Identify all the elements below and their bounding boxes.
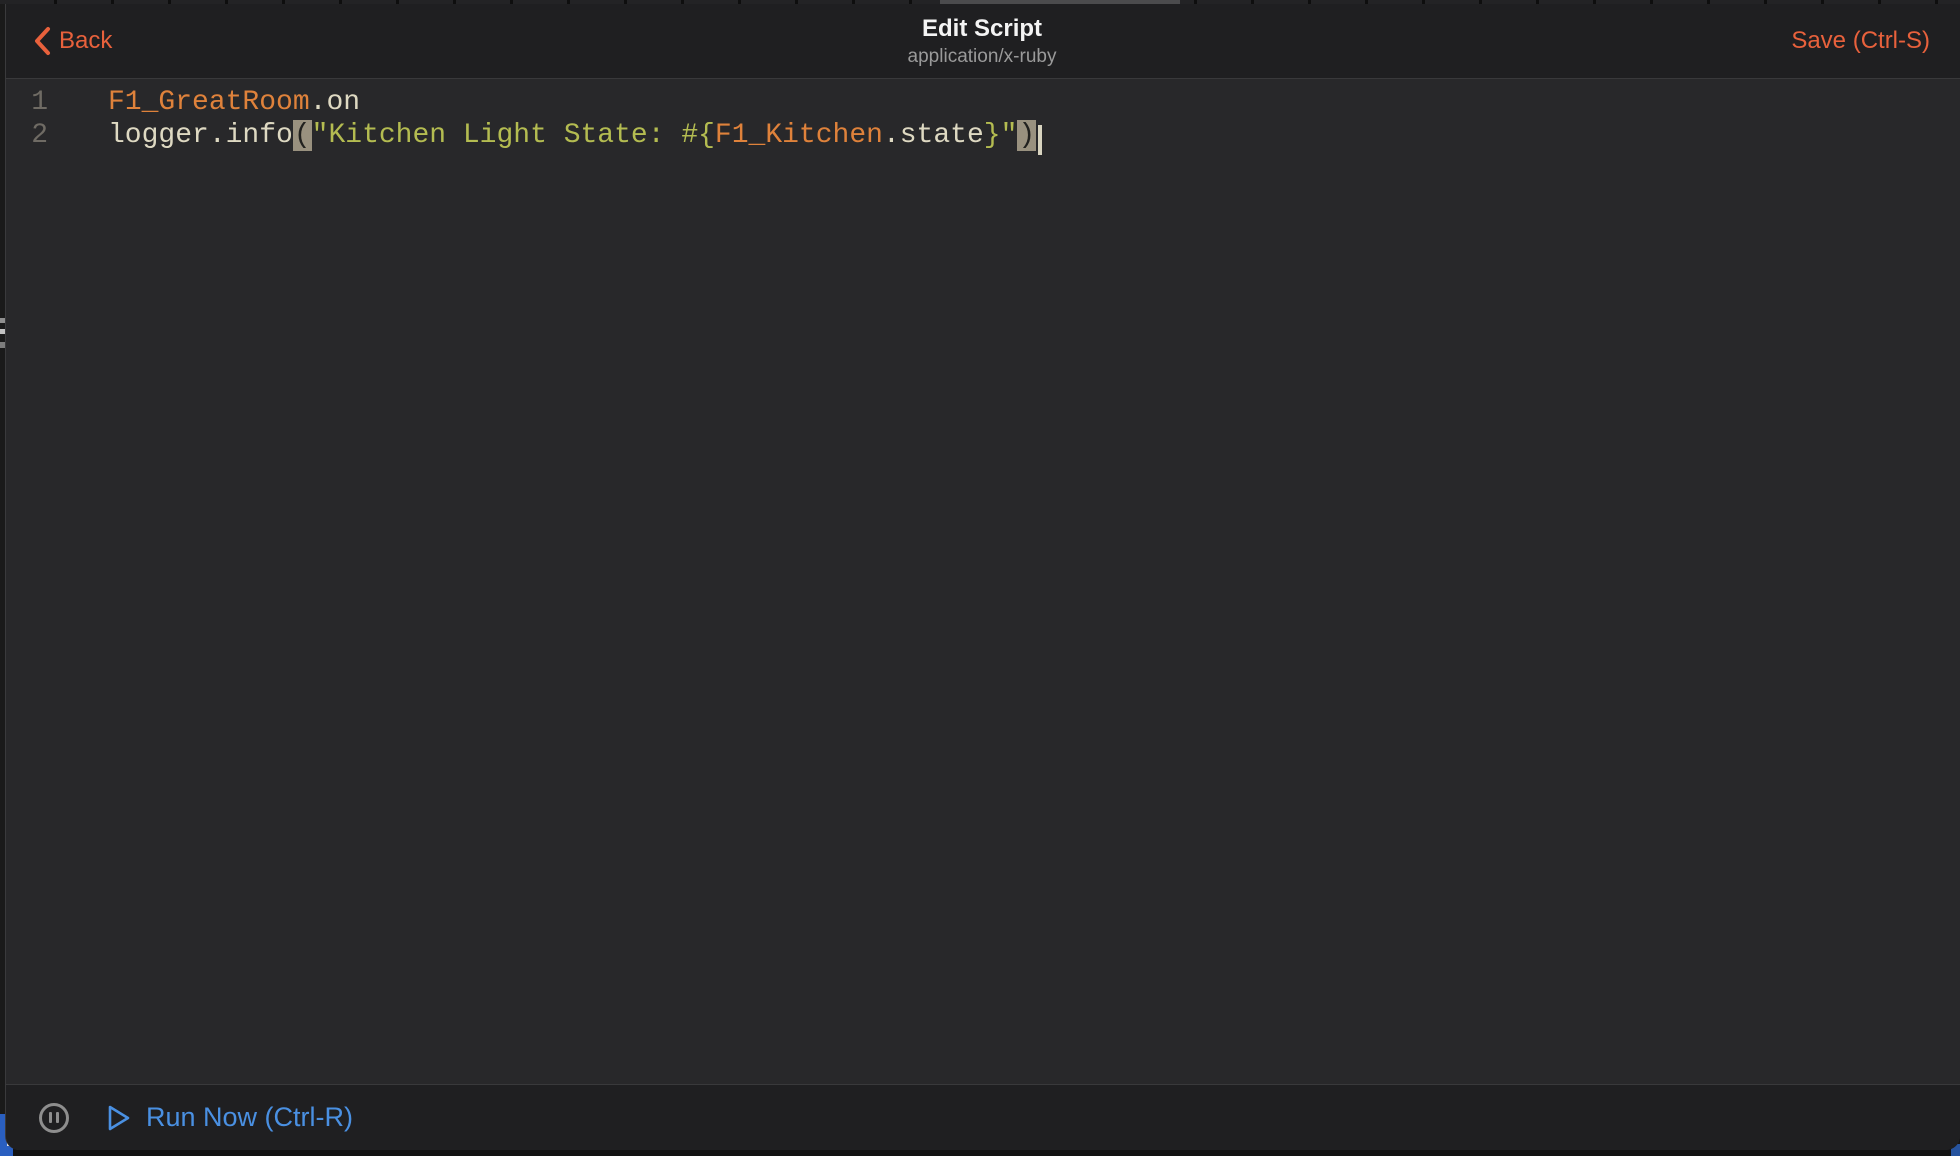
navbar-title-block: Edit Script application/x-ruby [908,14,1057,69]
code-token-plain: .state [883,120,984,151]
pause-circle-icon[interactable] [39,1103,69,1133]
chevron-left-icon [34,26,51,56]
code-line-content: F1_GreatRoom.on [108,86,360,119]
code-line[interactable]: 1 F1_GreatRoom.on [6,86,1960,119]
navbar-right: Save (Ctrl-S) [1056,27,1960,55]
save-button[interactable]: Save (Ctrl-S) [1791,27,1930,55]
navbar: Back Edit Script application/x-ruby Save… [6,4,1960,79]
line-number: 2 [6,119,48,152]
run-now-label: Run Now (Ctrl-R) [146,1102,353,1133]
navbar-left: Back [6,26,908,56]
code-token-bracket-match: ) [1017,120,1036,151]
code-line-content: logger.info("Kitchen Light State: #{F1_K… [108,119,1042,152]
code-token-constant: F1_Kitchen [715,120,883,151]
pause-bar [49,1112,52,1123]
code-token-string: }" [984,120,1018,151]
pause-bar [56,1112,59,1123]
bottom-toolbar: Run Now (Ctrl-R) [6,1084,1960,1150]
line-number: 1 [6,86,48,119]
page-subtitle: application/x-ruby [908,44,1057,69]
play-icon [107,1104,131,1132]
code-token-bracket-match: ( [293,120,312,151]
back-button[interactable]: Back [34,26,112,56]
run-now-button[interactable]: Run Now (Ctrl-R) [107,1102,353,1133]
back-button-label: Back [59,27,112,55]
page-title: Edit Script [908,14,1057,44]
code-line[interactable]: 2 logger.info("Kitchen Light State: #{F1_… [6,119,1960,152]
code-token-plain: logger.info [108,120,293,151]
code-token-plain: .on [310,87,360,118]
text-cursor [1038,125,1042,155]
code-token-constant: F1_GreatRoom [108,87,310,118]
code-token-string: "Kitchen Light State: #{ [312,120,715,151]
edit-script-modal: Back Edit Script application/x-ruby Save… [5,4,1960,1150]
code-editor[interactable]: 1 F1_GreatRoom.on 2 logger.info("Kitchen Li… [6,79,1960,1084]
